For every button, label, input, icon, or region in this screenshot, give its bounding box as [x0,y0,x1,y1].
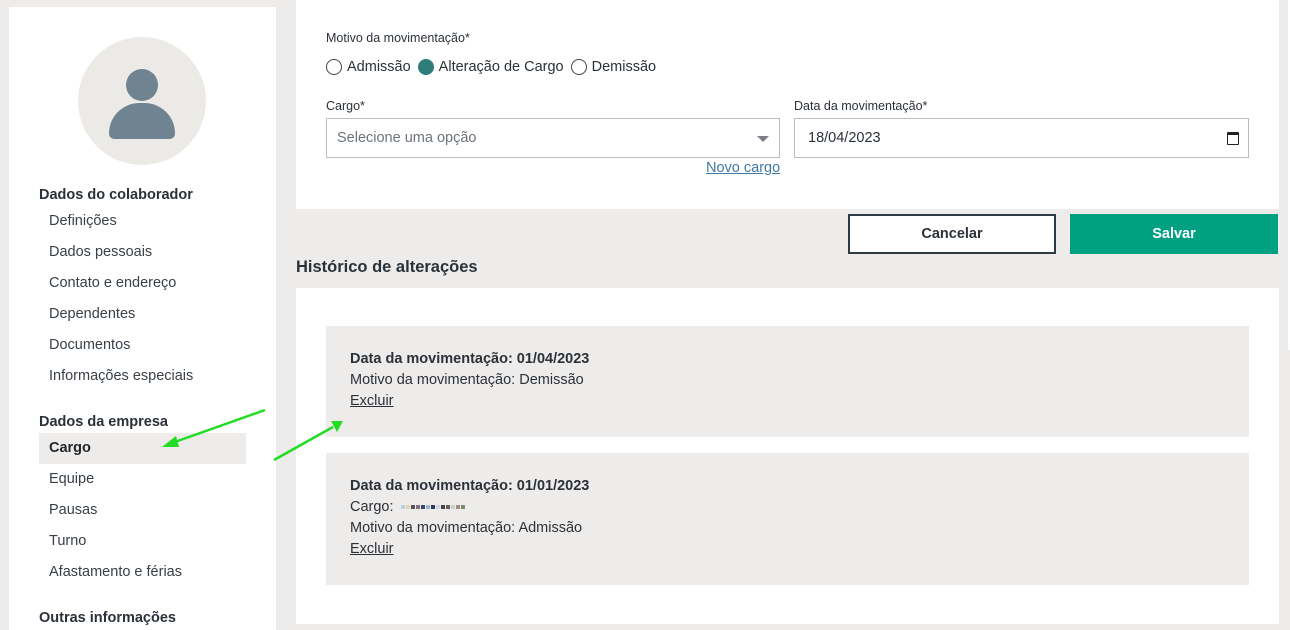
section-title-outras-informacoes: Outras informações [39,610,176,626]
cancel-button[interactable]: Cancelar [848,214,1056,254]
sidebar-item-dependentes[interactable]: Dependentes [39,299,246,330]
calendar-icon[interactable] [1227,132,1239,145]
history-entry-date: Data da movimentação: 01/04/2023 [350,351,590,367]
data-movimentacao-input[interactable]: 18/04/2023 [794,118,1249,158]
history-entry-motivo: Motivo da movimentação: Admissão [350,520,583,536]
sidebar-item-dados-pessoais[interactable]: Dados pessoais [39,237,246,268]
motivo-label: Motivo da movimentação* [326,31,470,45]
data-movimentacao-label: Data da movimentação* [794,99,928,113]
radio-unchecked-icon [570,59,587,75]
radio-admissao[interactable]: Admissão [326,59,411,75]
history-entry-cargo: Cargo: [350,499,466,515]
sidebar-item-pausas[interactable]: Pausas [39,495,246,526]
sidebar-item-definicoes[interactable]: Definições [39,206,246,237]
history-list: Data da movimentação: 01/04/2023 Motivo … [296,288,1279,624]
sidebar-item-cargo[interactable]: Cargo [39,433,246,464]
history-entry: Data da movimentação: 01/04/2023 Motivo … [326,326,1249,437]
novo-cargo-link[interactable]: Novo cargo [706,160,780,176]
radio-demissao[interactable]: Demissão [570,59,657,75]
motivo-radio-group: Admissão Alteração de Cargo Demissão [326,59,663,75]
history-entry: Data da movimentação: 01/01/2023 Cargo: … [326,453,1249,585]
sidebar-item-contato-endereco[interactable]: Contato e endereço [39,268,246,299]
movement-form: Motivo da movimentação* Admissão Alteraç… [296,0,1279,209]
user-icon [126,69,158,101]
sidebar-item-documentos[interactable]: Documentos [39,330,246,361]
radio-unchecked-icon [326,59,342,75]
cargo-select-placeholder: Selecione uma opção [337,130,477,146]
radio-demissao-label: Demissão [591,59,657,75]
history-entry-motivo: Motivo da movimentação: Demissão [350,372,584,388]
cargo-select[interactable]: Selecione uma opção [326,118,780,158]
radio-alteracao-cargo-label: Alteração de Cargo [438,59,564,75]
sidebar-item-afastamento-ferias[interactable]: Afastamento e férias [39,557,246,588]
sidebar-item-turno[interactable]: Turno [39,526,246,557]
save-button[interactable]: Salvar [1070,214,1278,254]
section-title-dados-empresa: Dados da empresa [39,414,168,430]
radio-checked-icon [417,59,434,75]
data-movimentacao-value: 18/04/2023 [808,130,881,146]
redacted-cargo-value [398,499,466,515]
delete-link[interactable]: Excluir [350,393,394,409]
radio-admissao-label: Admissão [347,59,411,75]
history-entry-date: Data da movimentação: 01/01/2023 [350,478,590,494]
avatar [78,37,206,165]
sidebar: Dados do colaborador Definições Dados pe… [9,7,276,630]
delete-link[interactable]: Excluir [350,541,394,557]
radio-alteracao-cargo[interactable]: Alteração de Cargo [417,59,564,75]
chevron-down-icon [757,136,769,142]
section-title-dados-colaborador: Dados do colaborador [39,187,193,203]
sidebar-item-informacoes-especiais[interactable]: Informações especiais [39,361,246,392]
cargo-label: Cargo* [326,99,365,113]
history-title: Histórico de alterações [296,258,478,276]
history-entry-cargo-label: Cargo: [350,499,394,515]
sidebar-item-equipe[interactable]: Equipe [39,464,246,495]
